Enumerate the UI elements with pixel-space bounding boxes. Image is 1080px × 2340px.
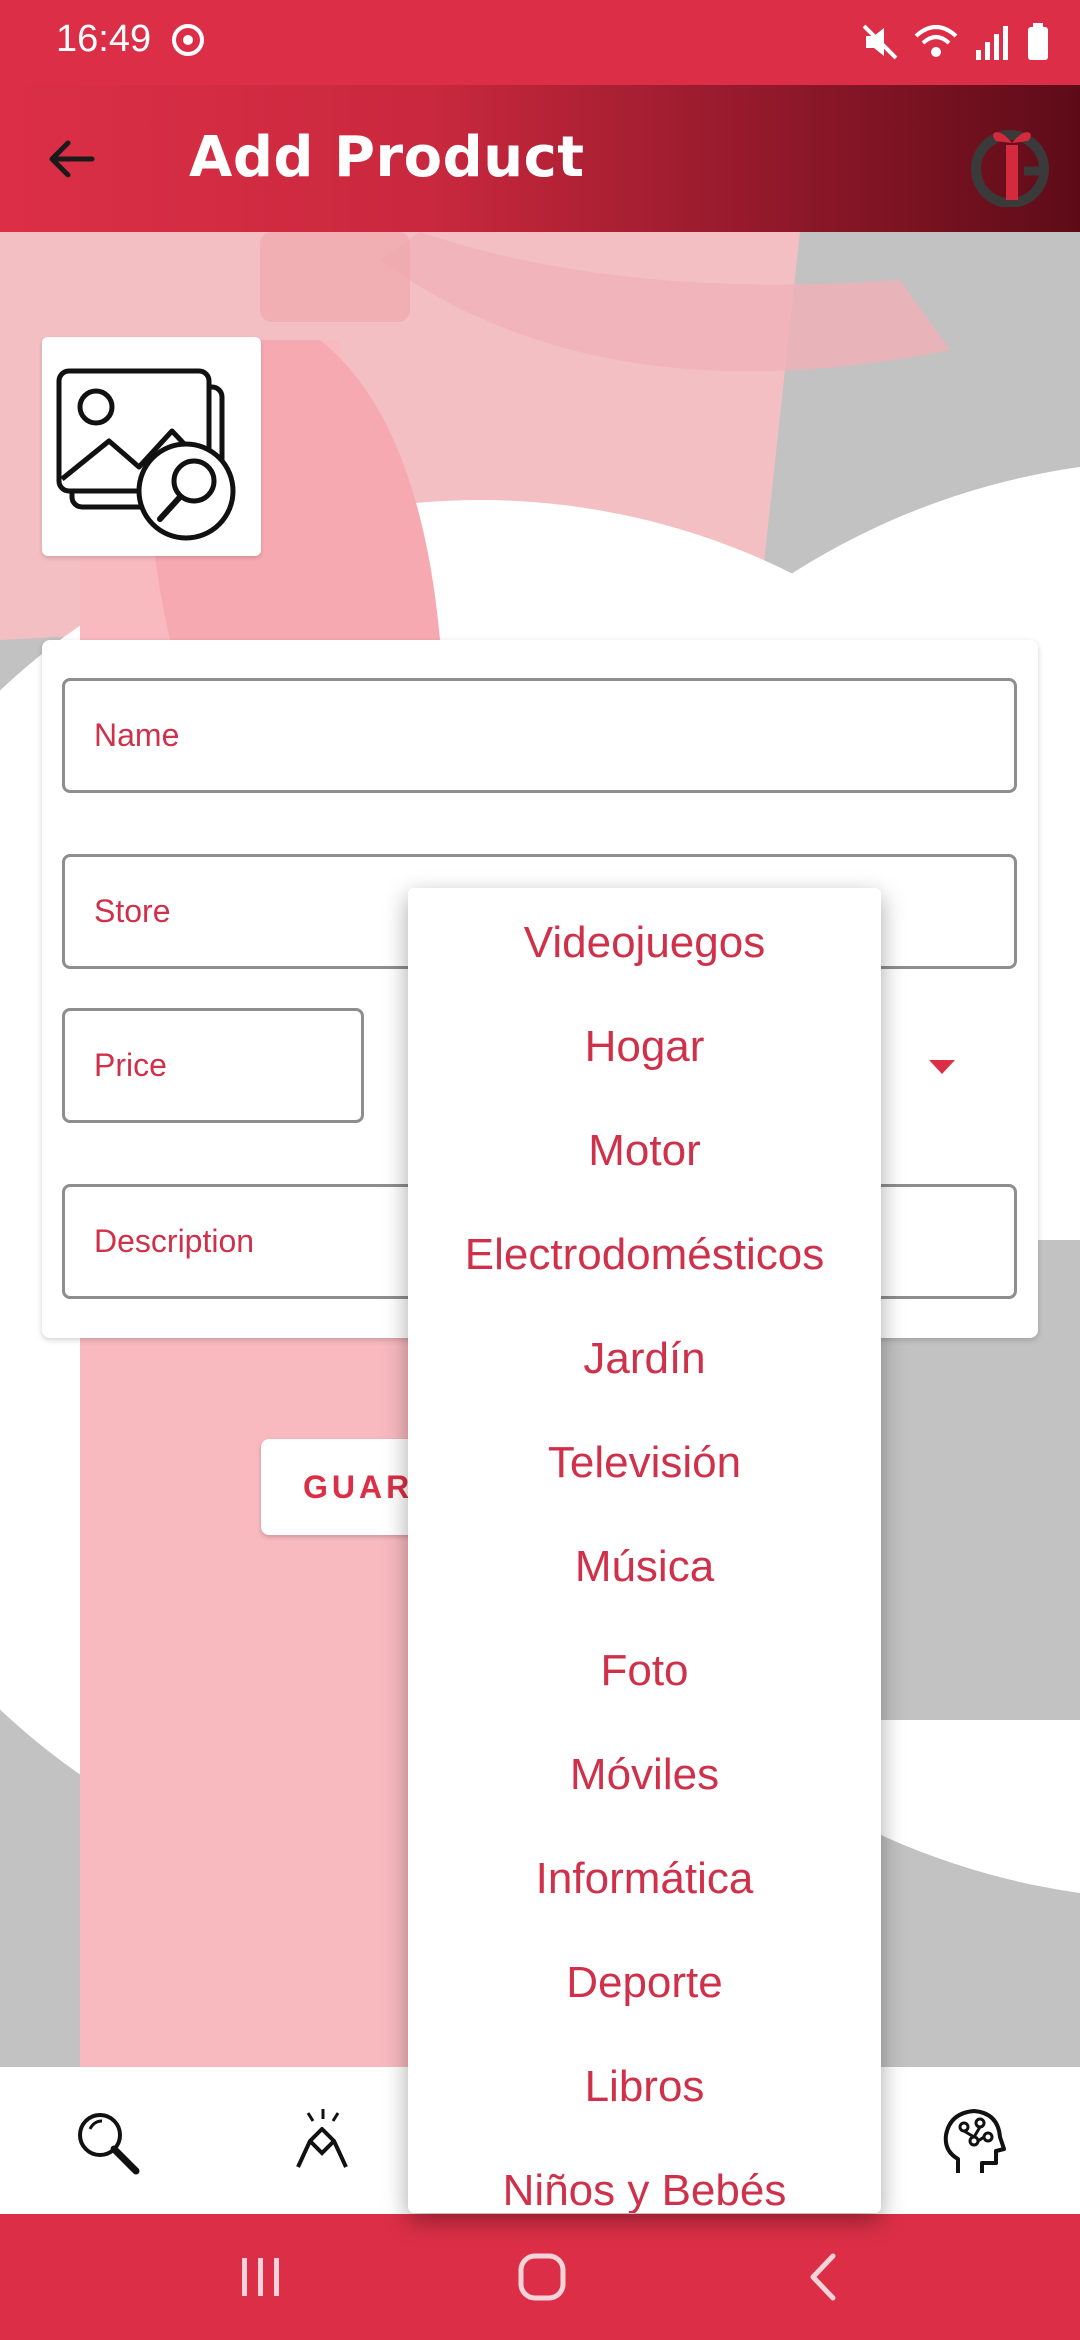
system-back-icon[interactable]: [803, 2252, 843, 2302]
menu-item-informatica[interactable]: Informática: [408, 1827, 881, 1931]
status-time: 16:49: [56, 18, 152, 60]
name-input[interactable]: [65, 681, 1014, 790]
recent-apps-icon[interactable]: [238, 2252, 284, 2302]
menu-item-electrodomesticos[interactable]: Electrodomésticos: [408, 1203, 881, 1307]
handshake-icon[interactable]: [288, 2107, 358, 2177]
brain-head-icon[interactable]: [938, 2107, 1008, 2177]
wifi-icon: [914, 25, 958, 57]
menu-item-libros[interactable]: Libros: [408, 2035, 881, 2139]
menu-item-musica[interactable]: Música: [408, 1515, 881, 1619]
menu-item-deporte[interactable]: Deporte: [408, 1931, 881, 2035]
status-bar: 16:49: [0, 0, 1080, 85]
menu-item-television[interactable]: Televisión: [408, 1411, 881, 1515]
menu-item-ninos-y-bebes[interactable]: Niños y Bebés: [408, 2139, 881, 2213]
search-icon[interactable]: [72, 2107, 142, 2177]
menu-item-hogar[interactable]: Hogar: [408, 995, 881, 1099]
home-icon[interactable]: [517, 2252, 567, 2302]
signal-icon: [976, 26, 1008, 60]
price-input[interactable]: [65, 1011, 361, 1120]
name-field-box: [62, 678, 1017, 793]
category-dropdown-menu: Videojuegos Hogar Motor Electrodoméstico…: [408, 888, 881, 2213]
page-title: Add Product: [189, 125, 585, 190]
app-bar: Add Product: [0, 85, 1080, 232]
menu-item-motor[interactable]: Motor: [408, 1099, 881, 1203]
menu-item-foto[interactable]: Foto: [408, 1619, 881, 1723]
system-navigation-bar: [0, 2214, 1080, 2340]
sync-icon: [172, 24, 204, 56]
status-icons: [862, 20, 1050, 64]
menu-item-videojuegos[interactable]: Videojuegos: [408, 891, 881, 995]
category-dropdown-arrow-icon[interactable]: [929, 1060, 955, 1074]
image-search-icon: [56, 368, 236, 541]
gift-logo-icon: [971, 130, 1049, 207]
price-field-box: [62, 1008, 364, 1123]
image-picker-button[interactable]: [42, 337, 261, 556]
menu-item-jardin[interactable]: Jardín: [408, 1307, 881, 1411]
mute-icon: [862, 24, 898, 60]
battery-icon: [1028, 23, 1048, 60]
back-arrow-icon[interactable]: [44, 131, 100, 187]
menu-item-moviles[interactable]: Móviles: [408, 1723, 881, 1827]
